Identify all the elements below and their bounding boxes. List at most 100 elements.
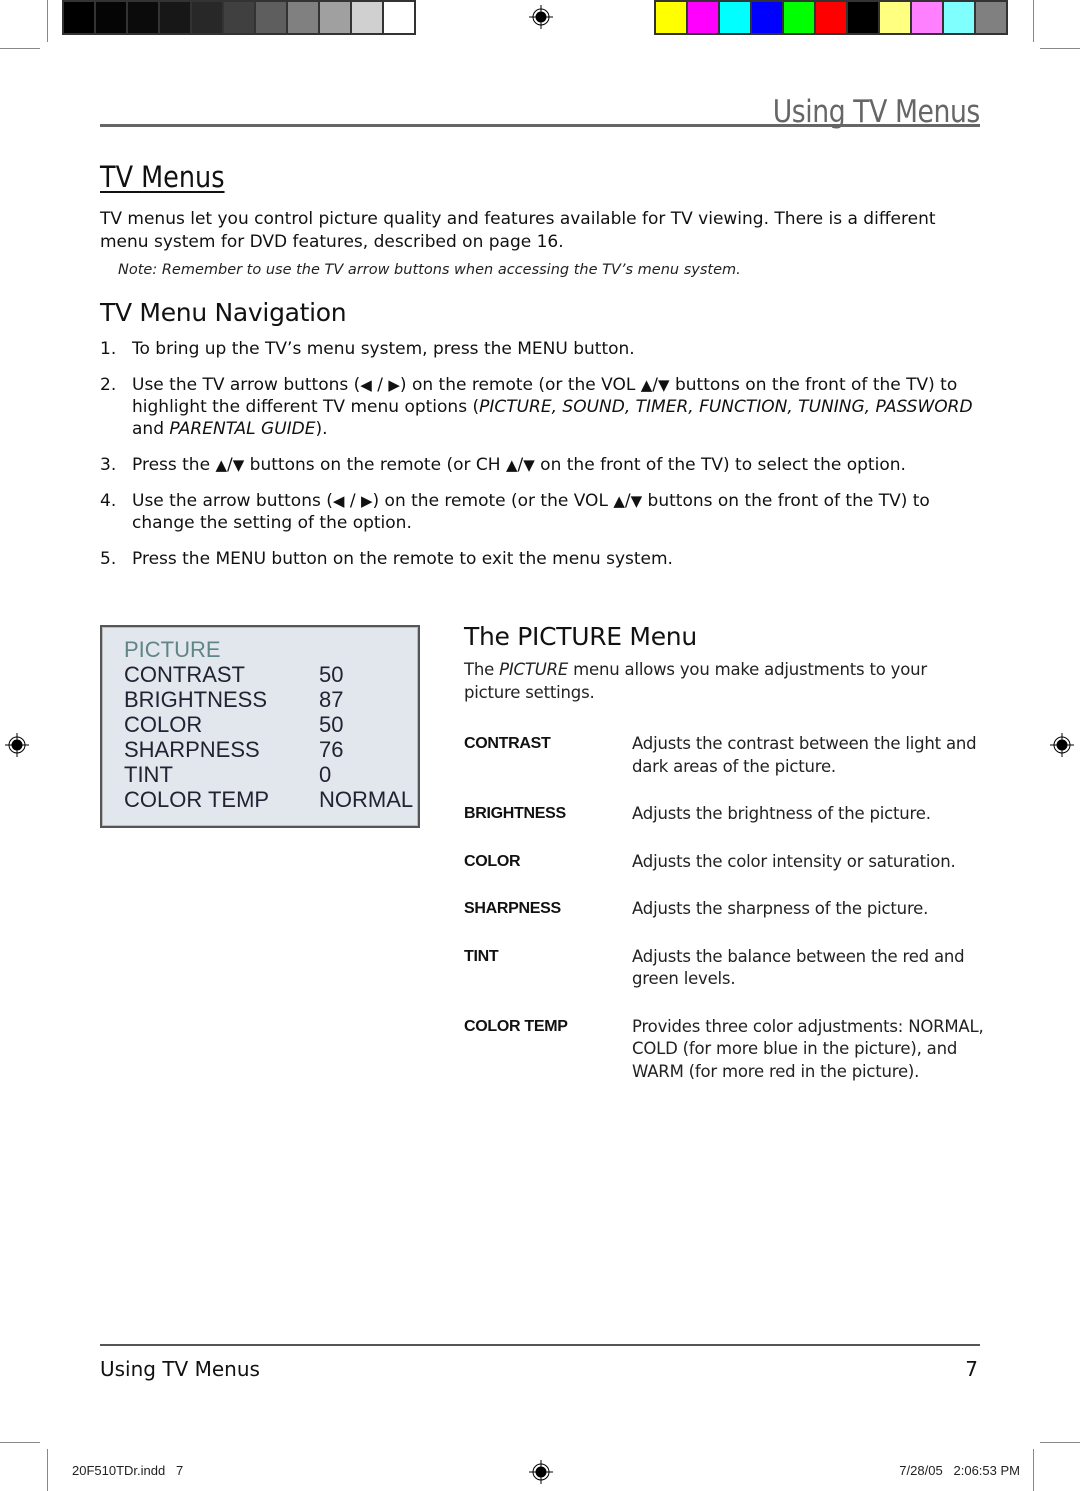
- definition-description: Provides three color adjustments: NORMAL…: [632, 1016, 984, 1081]
- definition-row: SHARPNESS Adjusts the sharpness of the pi…: [464, 898, 984, 921]
- page-number: 7: [965, 1357, 978, 1381]
- osd-setting-label: COLOR TEMP: [124, 787, 270, 812]
- crop-mark: [1040, 48, 1080, 49]
- crop-mark: [1033, 1449, 1034, 1491]
- color-swatch: [688, 2, 718, 33]
- step-text: Use the TV arrow buttons (◀ / ▶) on the …: [132, 375, 973, 439]
- definition-term: CONTRAST: [464, 735, 551, 752]
- navigation-step: 5. Press the MENU button on the remote to…: [100, 548, 980, 570]
- definition-term: SHARPNESS: [464, 900, 561, 917]
- definition-term: TINT: [464, 947, 499, 965]
- definition-row: COLOR TEMP Provides three color adjustmen…: [464, 1016, 984, 1084]
- color-swatch: [784, 2, 814, 33]
- color-swatch: [224, 2, 254, 33]
- definition-row: TINT Adjusts the balance between the red …: [464, 946, 984, 991]
- navigation-steps-list: 1. To bring up the TV’s menu system, pres…: [100, 338, 980, 584]
- color-swatch: [880, 2, 910, 33]
- osd-setting-value: 0: [319, 762, 332, 787]
- step-number: 5.: [100, 549, 117, 569]
- note-text: Note: Remember to use the TV arrow butto…: [118, 262, 741, 278]
- osd-menu-row: COLOR TEMP NORMAL: [124, 787, 418, 812]
- definition-term: BRIGHTNESS: [464, 805, 566, 822]
- osd-menu-row: SHARPNESS 76: [124, 737, 418, 762]
- slug-filename: 20F510TDr.indd 7: [72, 1463, 184, 1478]
- intro-paragraph: TV menus let you control picture quality…: [100, 209, 936, 252]
- definition-description: Adjusts the contrast between the light a…: [632, 734, 977, 776]
- definition-description: Adjusts the sharpness of the picture.: [632, 899, 929, 918]
- osd-menu-title: PICTURE: [124, 637, 221, 662]
- section-heading-navigation: TV Menu Navigation: [100, 298, 347, 327]
- navigation-step: 1. To bring up the TV’s menu system, pres…: [100, 338, 980, 360]
- color-swatch: [96, 2, 126, 33]
- color-bar: [654, 0, 1008, 35]
- step-text: To bring up the TV’s menu system, press …: [132, 339, 635, 359]
- color-swatch: [816, 2, 846, 33]
- crop-mark: [0, 1442, 40, 1443]
- definition-description: Adjusts the color intensity or saturatio…: [632, 851, 956, 871]
- osd-setting-label: TINT: [124, 762, 173, 787]
- osd-setting-value: 87: [319, 687, 344, 712]
- color-swatch: [288, 2, 318, 33]
- osd-setting-label: CONTRAST: [124, 662, 245, 687]
- definition-description: Adjusts the balance between the red and …: [632, 946, 965, 989]
- crop-mark: [47, 0, 48, 42]
- color-swatch: [944, 2, 974, 33]
- navigation-step: 3. Press the ▲/▼ buttons on the remote (o…: [100, 454, 980, 476]
- footer-rule: [100, 1344, 980, 1346]
- registration-mark-icon: [529, 1460, 553, 1484]
- definition-row: COLOR Adjusts the color intensity or satu…: [464, 851, 984, 874]
- definition-term: COLOR: [464, 852, 521, 870]
- registration-mark-icon: [529, 5, 553, 29]
- color-swatch: [720, 2, 750, 33]
- footer-title: Using TV Menus: [100, 1357, 260, 1381]
- header-rule: [100, 124, 980, 127]
- color-swatch: [656, 2, 686, 33]
- osd-menu-row: COLOR 50: [124, 712, 418, 737]
- color-swatch: [912, 2, 942, 33]
- step-text: Press the ▲/▼ buttons on the remote (or …: [132, 455, 906, 475]
- osd-setting-value: 50: [319, 712, 344, 737]
- color-swatch: [976, 2, 1006, 33]
- crop-mark: [1033, 0, 1034, 42]
- step-text: Use the arrow buttons (◀ / ▶) on the rem…: [132, 491, 930, 533]
- osd-setting-label: BRIGHTNESS: [124, 687, 268, 712]
- definition-term: COLOR TEMP: [464, 1017, 568, 1035]
- osd-menu-row: BRIGHTNESS 87: [124, 687, 418, 712]
- step-number: 1.: [100, 339, 117, 359]
- crop-mark: [47, 1449, 48, 1491]
- grayscale-bar: [62, 0, 416, 35]
- registration-mark-icon: [5, 733, 29, 757]
- color-swatch: [128, 2, 158, 33]
- color-swatch: [352, 2, 382, 33]
- color-swatch: [752, 2, 782, 33]
- section-heading-picture-menu: The PICTURE Menu: [464, 622, 697, 651]
- osd-menu-row: CONTRAST 50: [124, 662, 418, 687]
- osd-setting-value: 76: [319, 737, 344, 762]
- color-swatch: [160, 2, 190, 33]
- registration-mark-icon: [1050, 733, 1074, 757]
- navigation-step: 2. Use the TV arrow buttons (◀ / ▶) on th…: [100, 374, 980, 440]
- step-number: 2.: [100, 375, 117, 395]
- color-swatch: [64, 2, 94, 33]
- definition-row: CONTRAST Adjusts the contrast between the…: [464, 733, 984, 778]
- section-heading-tv-menus: TV Menus: [100, 160, 225, 194]
- step-text: Press the MENU button on the remote to e…: [132, 549, 673, 569]
- step-number: 4.: [100, 491, 117, 511]
- osd-menu-row: TINT 0: [124, 762, 418, 787]
- color-swatch: [848, 2, 878, 33]
- picture-menu-intro: The PICTURE menu allows you make adjustm…: [464, 660, 927, 702]
- slug-datetime: 7/28/05 2:06:53 PM: [899, 1463, 1020, 1478]
- osd-setting-label: COLOR: [124, 712, 203, 737]
- definition-row: BRIGHTNESS Adjusts the brightness of the …: [464, 803, 984, 826]
- navigation-step: 4. Use the arrow buttons (◀ / ▶) on the r…: [100, 490, 980, 534]
- definition-description: Adjusts the brightness of the picture.: [632, 804, 931, 823]
- osd-setting-value: NORMAL: [319, 787, 414, 812]
- color-swatch: [384, 2, 414, 33]
- color-swatch: [192, 2, 222, 33]
- color-swatch: [320, 2, 350, 33]
- osd-setting-label: SHARPNESS: [124, 737, 260, 762]
- step-number: 3.: [100, 455, 117, 475]
- color-swatch: [256, 2, 286, 33]
- picture-menu-screenshot: PICTURE CONTRAST 50 BRIGHTNESS 87 COLOR 50 SHA…: [100, 625, 420, 828]
- crop-mark: [0, 48, 40, 49]
